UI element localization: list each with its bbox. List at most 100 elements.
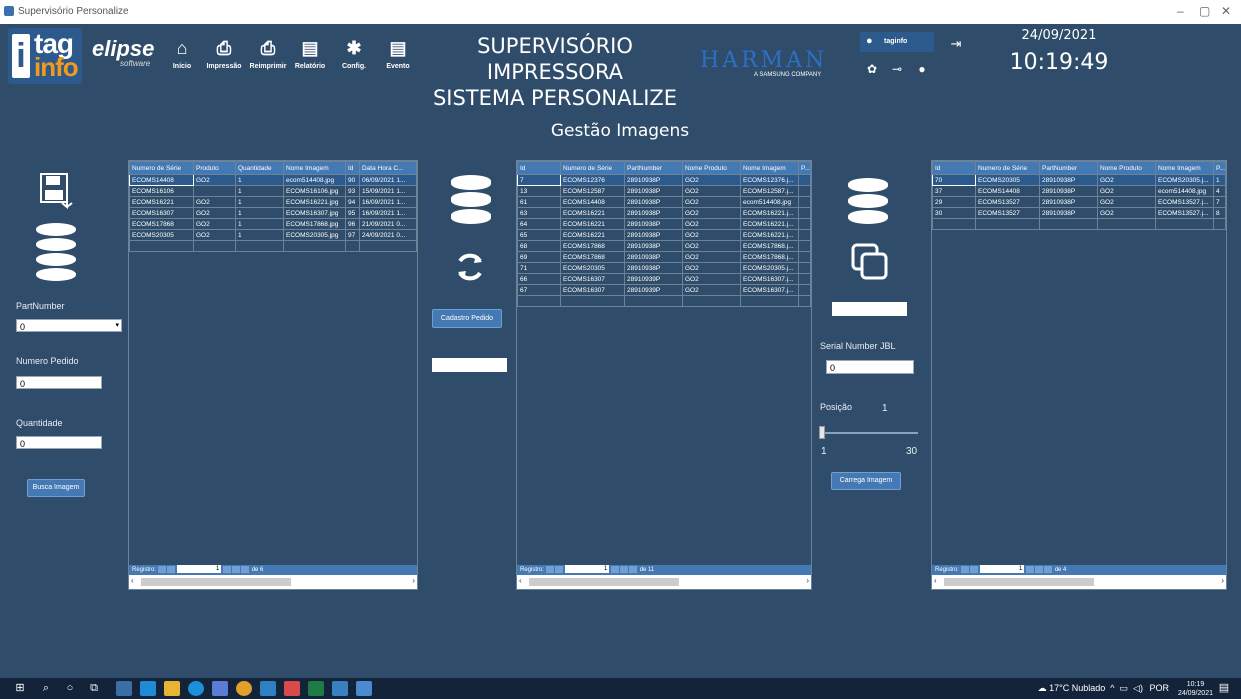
next-record-button[interactable]	[223, 565, 232, 573]
posicoes-grid[interactable]: Id Numero de Série PartNumber Nome Produ…	[931, 160, 1227, 590]
col-header[interactable]: P...	[798, 161, 811, 175]
gear-user-icon[interactable]: ✿	[862, 62, 882, 76]
nav-config-button[interactable]: ✱ Config.	[338, 33, 370, 81]
app11-icon[interactable]	[356, 681, 372, 696]
app1-icon[interactable]	[116, 681, 132, 696]
new-record-button[interactable]	[1044, 565, 1053, 573]
record-position[interactable]: 1	[177, 565, 222, 574]
prev-record-button[interactable]	[554, 565, 563, 573]
table-row[interactable]: 69 ECOMS17868 28910938P GO2 ECOMS17868.j...	[517, 251, 811, 263]
scroll-thumb[interactable]	[529, 578, 679, 586]
last-record-button[interactable]	[232, 565, 241, 573]
app10-icon[interactable]	[332, 681, 348, 696]
table-row[interactable]: 71 ECOMS20305 28910938P GO2 ECOMS20305.j...	[517, 262, 811, 274]
app8-icon[interactable]	[284, 681, 300, 696]
table-row[interactable]: 70 ECOMS20305 28910938P GO2 ECOMS20305.j... 1	[932, 174, 1226, 186]
next-record-button[interactable]	[1026, 565, 1035, 573]
key-icon[interactable]: ⊸	[887, 62, 907, 76]
nav-inicio-button[interactable]: ⌂ Início	[168, 33, 196, 81]
col-header[interactable]: PartNumber	[1039, 161, 1098, 175]
col-header[interactable]: Id	[345, 161, 360, 175]
col-header[interactable]: Data Hora C...	[359, 161, 417, 175]
table-row[interactable]: ECOMS17868 GO2 1 ECOMS17868.jpg 96 21/09/2021…	[129, 218, 417, 230]
table-row[interactable]: ECOMS16307 GO2 1 ECOMS16307.jpg 95 16/09/2021…	[129, 207, 417, 219]
nav-evento-button[interactable]: ▤ Evento	[382, 33, 414, 81]
nav-relatorio-button[interactable]: ▤ Relatório	[291, 33, 329, 81]
col-header[interactable]: Produto	[193, 161, 236, 175]
close-button[interactable]: ✕	[1221, 4, 1231, 18]
record-position[interactable]: 1	[980, 565, 1025, 574]
col-header[interactable]: Quantidade	[235, 161, 284, 175]
last-record-button[interactable]	[620, 565, 629, 573]
table-row-new[interactable]	[129, 240, 417, 252]
notification-icon[interactable]: ▤	[1216, 681, 1232, 696]
scroll-thumb[interactable]	[141, 578, 291, 586]
scroll-left-icon[interactable]: ‹	[934, 576, 937, 585]
col-header[interactable]: PartNumber	[624, 161, 683, 175]
carrega-imagem-button[interactable]: Carrega Imagem	[831, 472, 901, 490]
busca-imagem-button[interactable]: Busca Imagem	[27, 479, 85, 497]
col-header[interactable]: P...	[1213, 161, 1226, 175]
numero-pedido-input[interactable]: 0	[16, 376, 102, 389]
table-row[interactable]: 64 ECOMS16221 28910938P GO2 ECOMS16221.j...	[517, 218, 811, 230]
col-header[interactable]: Nome Imagem	[1155, 161, 1214, 175]
prev-record-button[interactable]	[969, 565, 978, 573]
col-header[interactable]: Nome Produto	[682, 161, 741, 175]
quantidade-input[interactable]: 0	[16, 436, 102, 449]
scroll-right-icon[interactable]: ›	[412, 576, 415, 585]
chrome-icon[interactable]	[236, 681, 252, 696]
col-header[interactable]: Nome Produto	[1097, 161, 1156, 175]
scroll-left-icon[interactable]: ‹	[519, 576, 522, 585]
next-record-button[interactable]	[611, 565, 620, 573]
user-badge[interactable]: ● taginfo	[860, 32, 934, 52]
volume-icon[interactable]: ◁)	[1131, 683, 1143, 693]
table-row[interactable]: 63 ECOMS16221 28910938P GO2 ECOMS16221.j...	[517, 207, 811, 219]
table-row-new[interactable]	[517, 295, 811, 307]
nav-impressao-button[interactable]: ⎙ Impressão	[204, 33, 244, 81]
taskbar-clock[interactable]: 10:19 24/09/2021	[1178, 680, 1213, 698]
posicao-slider-thumb[interactable]	[819, 426, 825, 439]
col-header[interactable]: Id	[517, 161, 561, 175]
imagens-grid[interactable]: Numero de Série Produto Quantidade Nome …	[128, 160, 418, 590]
table-row[interactable]: 68 ECOMS17868 28910938P GO2 ECOMS17868.j...	[517, 240, 811, 252]
partnumber-select[interactable]: 0 ▾	[16, 319, 122, 332]
table-row[interactable]: 61 ECOMS14408 28910938P GO2 ecom514408.jpg	[517, 196, 811, 208]
prev-record-button[interactable]	[166, 565, 175, 573]
table-row[interactable]: 13 ECOMS12587 28910938P GO2 ECOMS12587.j...	[517, 185, 811, 197]
table-row[interactable]: 66 ECOMS16307 28910939P GO2 ECOMS16307.j...	[517, 273, 811, 285]
edge-icon[interactable]	[188, 681, 204, 696]
table-row[interactable]: 29 ECOMS13527 28910938P GO2 ECOMS13527.j... 7	[932, 196, 1226, 208]
cadastro-pedido-button[interactable]: Cadastro Pedido	[432, 309, 502, 328]
scroll-right-icon[interactable]: ›	[1221, 576, 1224, 585]
last-record-button[interactable]	[1035, 565, 1044, 573]
table-row[interactable]: 7 ECOMS12376 28910938P GO2 ECOMS12376.j...	[517, 174, 811, 186]
table-row[interactable]: ECOMS16106 1 ECOMS16106.jpg 93 15/09/2021 1.…	[129, 185, 417, 197]
minimize-button[interactable]: –	[1177, 4, 1184, 18]
app7-icon[interactable]	[260, 681, 276, 696]
record-position[interactable]: 1	[565, 565, 610, 574]
col-header[interactable]: Id	[932, 161, 976, 175]
table-row[interactable]: 30 ECOMS13527 28910938P GO2 ECOMS13527.j... 8	[932, 207, 1226, 219]
exit-icon[interactable]: ⇥	[947, 36, 965, 56]
serial-number-input[interactable]: 0	[826, 360, 914, 374]
table-row[interactable]: 37 ECOMS14408 28910938P GO2 ecom514408.jpg 4	[932, 185, 1226, 197]
user-icon[interactable]: ●	[912, 62, 932, 76]
nav-reimprimir-button[interactable]: ⎙ Reimprimir	[247, 33, 289, 81]
scroll-right-icon[interactable]: ›	[806, 576, 809, 585]
system-tray[interactable]: ☁ 17°C Nublado ^ ▭ ◁) POR	[1038, 683, 1169, 694]
col-header[interactable]: Numero de Série	[975, 161, 1040, 175]
windows-start-icon[interactable]: ⊞	[12, 681, 28, 696]
app5-icon[interactable]	[212, 681, 228, 696]
first-record-button[interactable]	[960, 565, 969, 573]
table-row[interactable]: 65 ECOMS16221 28910938P GO2 ECOMS16221.j...	[517, 229, 811, 241]
posicao-slider[interactable]	[822, 432, 918, 434]
table-row[interactable]: 67 ECOMS16307 28910939P GO2 ECOMS16307.j...	[517, 284, 811, 296]
task-view-icon[interactable]: ⧉	[86, 681, 102, 696]
col-header[interactable]: Numero de Série	[560, 161, 625, 175]
network-icon[interactable]: ▭	[1117, 683, 1129, 693]
horizontal-scrollbar[interactable]: ‹ ›	[129, 575, 417, 589]
horizontal-scrollbar[interactable]: ‹ ›	[932, 575, 1226, 589]
file-explorer-icon[interactable]	[164, 681, 180, 696]
new-record-button[interactable]	[629, 565, 638, 573]
table-row[interactable]: ECOMS14408 GO2 1 ecom514408.jpg 90 06/09/2021…	[129, 174, 417, 186]
